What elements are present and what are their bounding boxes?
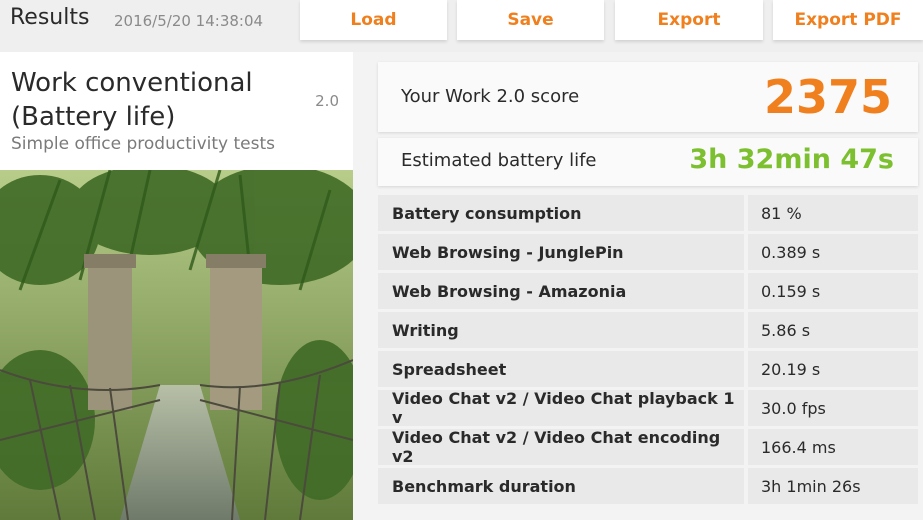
result-name: Writing (378, 312, 744, 348)
battery-life-value: 3h 32min 47s (689, 144, 894, 175)
battery-life-panel: Estimated battery life 3h 32min 47s (378, 138, 918, 186)
score-panel: Your Work 2.0 score 2375 (378, 62, 918, 132)
table-row: Web Browsing - Amazonia 0.159 s (378, 273, 918, 312)
test-version: 2.0 (315, 92, 339, 110)
result-value: 0.389 s (748, 234, 918, 270)
table-row: Web Browsing - JunglePin 0.389 s (378, 234, 918, 273)
result-value: 20.19 s (748, 351, 918, 387)
result-value: 30.0 fps (748, 390, 918, 426)
results-table: Battery consumption 81 % Web Browsing - … (378, 195, 918, 507)
test-info-panel: Work conventional (Battery life) 2.0 Sim… (0, 52, 353, 520)
result-value: 166.4 ms (748, 429, 918, 465)
table-row: Video Chat v2 / Video Chat playback 1 v … (378, 389, 918, 429)
score-value: 2375 (763, 70, 892, 124)
result-name: Video Chat v2 / Video Chat playback 1 v (378, 389, 744, 427)
save-button[interactable]: Save (457, 0, 604, 40)
result-value: 0.159 s (748, 273, 918, 309)
results-title: Results (10, 5, 90, 30)
result-value: 3h 1min 26s (748, 468, 918, 504)
table-row: Benchmark duration 3h 1min 26s (378, 468, 918, 507)
result-value: 81 % (748, 195, 918, 231)
result-value: 5.86 s (748, 312, 918, 348)
rope-bridge-image (0, 170, 353, 520)
table-row: Spreadsheet 20.19 s (378, 351, 918, 390)
export-pdf-button[interactable]: Export PDF (773, 0, 923, 40)
result-name: Battery consumption (378, 195, 744, 231)
score-label: Your Work 2.0 score (401, 86, 580, 107)
table-row: Video Chat v2 / Video Chat encoding v2 1… (378, 428, 918, 468)
results-timestamp: 2016/5/20 14:38:04 (114, 12, 264, 30)
header-bar: Results 2016/5/20 14:38:04 Load Save Exp… (0, 0, 923, 52)
result-name: Video Chat v2 / Video Chat encoding v2 (378, 428, 744, 466)
load-button[interactable]: Load (300, 0, 447, 40)
battery-life-label: Estimated battery life (401, 150, 597, 171)
result-name: Web Browsing - JunglePin (378, 234, 744, 270)
table-row: Battery consumption 81 % (378, 195, 918, 234)
result-name: Web Browsing - Amazonia (378, 273, 744, 309)
export-button[interactable]: Export (615, 0, 763, 40)
test-subtitle: Simple office productivity tests (11, 134, 276, 154)
test-title: Work conventional (Battery life) (11, 68, 253, 132)
result-name: Benchmark duration (378, 468, 744, 504)
result-name: Spreadsheet (378, 351, 744, 387)
table-row: Writing 5.86 s (378, 312, 918, 351)
